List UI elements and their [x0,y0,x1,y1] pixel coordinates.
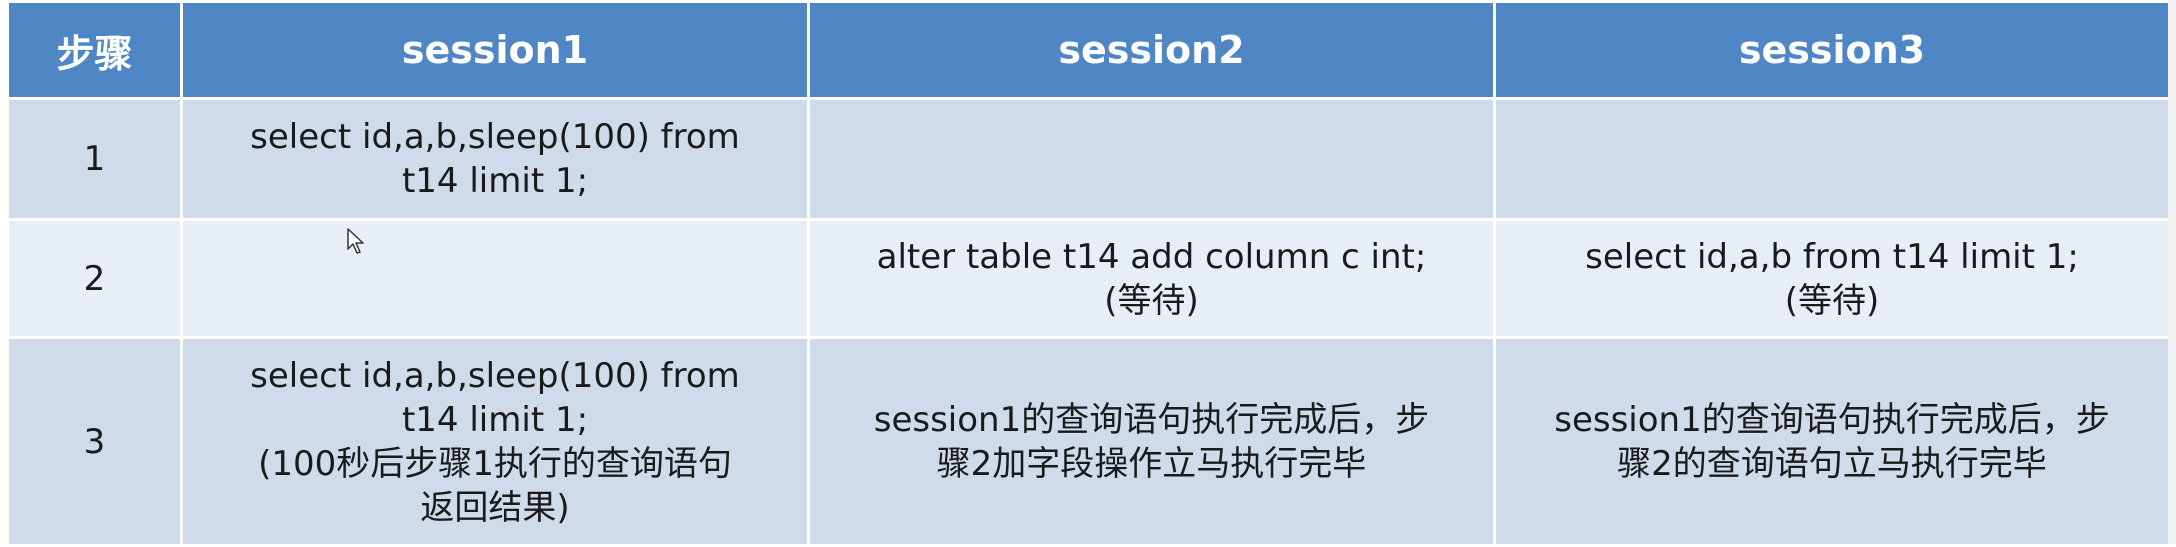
cell-line: (等待) [1784,280,1880,321]
cell-line: t14 limit 1; [401,161,589,201]
step-cell: 1 [6,97,183,221]
session3-cell: select id,a,b from t14 limit 1; (等待) [1493,218,2171,339]
session1-cell [180,218,810,339]
cell-line: 骤2的查询语句立马执行完毕 [1617,443,2047,484]
cell-line: 返回结果) [420,487,570,528]
session3-cell [1493,97,2171,221]
cell-line: 骤2加字段操作立马执行完毕 [936,443,1367,484]
session2-cell [807,97,1496,221]
table-header-row: 步骤 session1 session2 session3 [6,0,2171,100]
cell-line: select id,a,b from t14 limit 1; [1585,236,2079,277]
scrollbar[interactable] [2168,0,2176,544]
cell-line: select id,a,b,sleep(100) from [250,117,740,157]
mouse-cursor-icon [347,228,364,254]
session1-cell: select id,a,b,sleep(100) from t14 limit … [180,97,810,221]
header-session3: session3 [1493,0,2171,100]
session3-cell: session1的查询语句执行完成后，步 骤2的查询语句立马执行完毕 [1493,336,2171,547]
cell-line: session1的查询语句执行完成后，步 [1554,399,2110,440]
session1-cell: select id,a,b,sleep(100) from t14 limit … [180,336,810,547]
cell-line: session1的查询语句执行完成后，步 [873,399,1430,440]
header-session2: session2 [807,0,1496,100]
slide-page: 步骤 session1 session2 session3 1 select i… [0,0,2176,547]
table-row: 2 alter table t14 add column c int; (等待)… [6,218,2171,339]
session2-cell: alter table t14 add column c int; (等待) [807,218,1496,339]
session-steps-table: 步骤 session1 session2 session3 1 select i… [6,0,2171,547]
step-cell: 2 [6,218,183,339]
cell-line: select id,a,b,sleep(100) from [250,355,740,396]
cell-line: alter table t14 add column c int; [876,236,1427,277]
step-cell: 3 [6,336,183,547]
session2-cell: session1的查询语句执行完成后，步 骤2加字段操作立马执行完毕 [807,336,1496,547]
header-session1: session1 [180,0,810,100]
table-row: 1 select id,a,b,sleep(100) from t14 limi… [6,97,2171,221]
cell-line: (等待) [1104,280,1199,321]
cell-line: (100秒后步骤1执行的查询语句 [258,443,732,484]
table-row: 3 select id,a,b,sleep(100) from t14 limi… [6,336,2171,547]
header-step: 步骤 [6,0,183,100]
cell-line: t14 limit 1; [401,399,589,440]
